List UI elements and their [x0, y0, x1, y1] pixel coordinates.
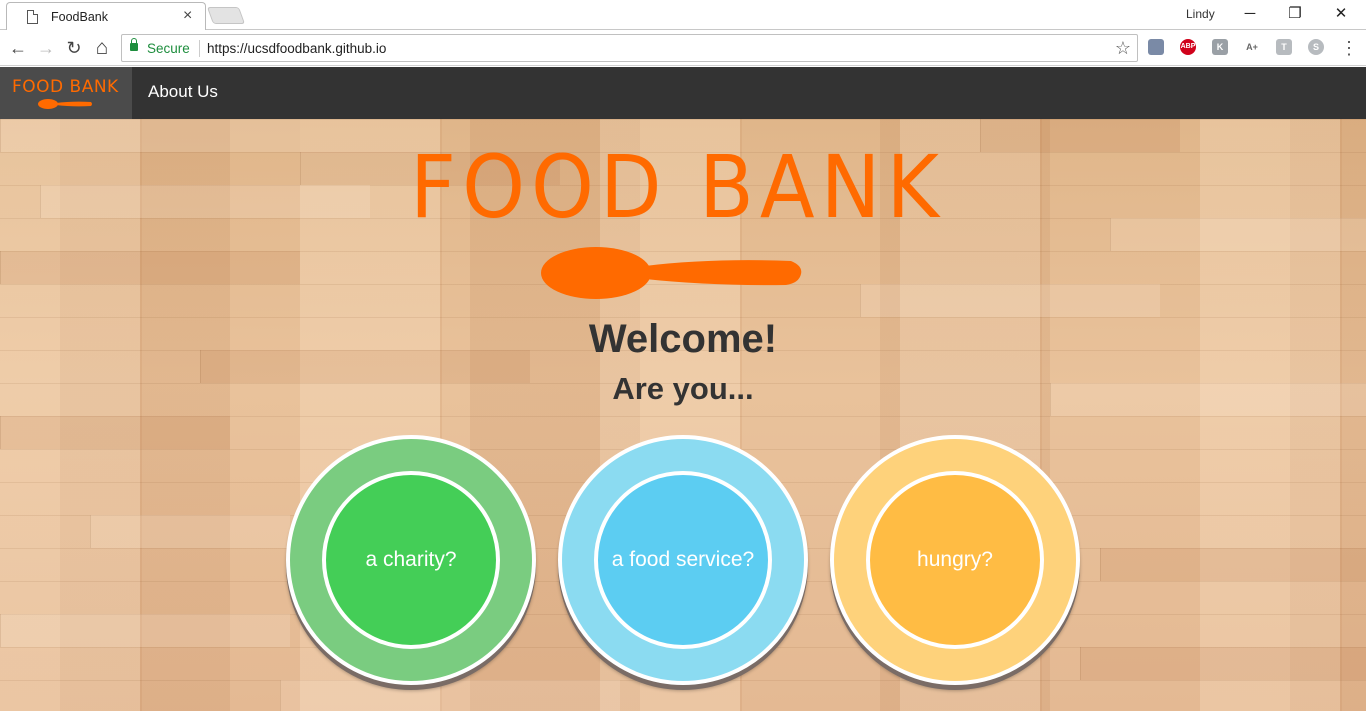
skype-icon[interactable]: S [1308, 39, 1324, 55]
hero-section: FOOD BANK Welcome! Are you... a charity?… [0, 119, 1366, 711]
adblock-icon[interactable]: ABP [1180, 39, 1196, 55]
close-window-button[interactable]: ✕ [1318, 0, 1364, 28]
spoon-logo-icon [541, 247, 802, 299]
page-icon [27, 10, 38, 24]
plate-inner[interactable]: a food service? [594, 471, 772, 649]
plate-inner[interactable]: a charity? [322, 471, 500, 649]
extension-icon[interactable] [1148, 39, 1164, 55]
browser-tab[interactable]: FoodBank × [6, 2, 206, 30]
wood-plank [280, 680, 620, 711]
forward-button[interactable]: → [34, 36, 58, 60]
home-button[interactable]: ⌂ [90, 36, 114, 60]
food-service-option-label[interactable]: a food service? [612, 548, 754, 572]
wood-plank [0, 614, 290, 647]
address-bar[interactable]: Secure https://ucsdfoodbank.github.io ☆ [121, 34, 1138, 62]
browser-tab-strip: FoodBank × Lindy ─ ❐ ✕ [0, 0, 1366, 30]
tab-title: FoodBank [51, 10, 108, 24]
wood-plank [980, 119, 1180, 152]
extension-t-icon[interactable]: T [1276, 39, 1292, 55]
reload-button[interactable]: ↻ [62, 36, 86, 60]
charity-option-label[interactable]: a charity? [365, 548, 456, 572]
secure-label: Secure [147, 41, 190, 56]
site-navbar: FOOD BANK About Us [0, 67, 1366, 119]
navbar-logo-text: FOOD BANK [12, 77, 119, 97]
wood-plank [40, 185, 370, 218]
minimize-button[interactable]: ─ [1227, 0, 1273, 28]
url-text[interactable]: https://ucsdfoodbank.github.io [207, 41, 386, 56]
wood-plank [1100, 548, 1366, 581]
wood-plank [1110, 218, 1366, 251]
welcome-heading: Welcome! [588, 317, 778, 361]
wood-plank [90, 515, 290, 548]
wood-plank [0, 119, 300, 152]
extension-k-icon[interactable]: K [1212, 39, 1228, 55]
wood-plank [1080, 647, 1366, 680]
font-size-icon[interactable]: A+ [1244, 39, 1260, 55]
omnibox-divider [199, 40, 200, 57]
navbar-logo[interactable]: FOOD BANK [0, 67, 132, 119]
wood-plank [0, 251, 300, 284]
tab-close-icon[interactable]: × [183, 7, 192, 25]
hungry-option-label[interactable]: hungry? [917, 548, 993, 572]
restore-button[interactable]: ❐ [1272, 0, 1318, 28]
profile-name[interactable]: Lindy [1186, 7, 1215, 21]
hungry-option-plate[interactable]: hungry? [830, 435, 1080, 685]
question-heading: Are you... [612, 371, 754, 406]
charity-option-plate[interactable]: a charity? [286, 435, 536, 685]
lock-icon [130, 38, 138, 51]
brand-title: FOOD BANK [410, 137, 945, 238]
browser-toolbar: ← → ↻ ⌂ Secure https://ucsdfoodbank.gith… [0, 30, 1366, 66]
about-us-link[interactable]: About Us [148, 82, 218, 102]
browser-menu-icon[interactable]: ⋮ [1340, 36, 1358, 60]
back-button[interactable]: ← [6, 36, 30, 60]
wood-plank [0, 416, 230, 449]
new-tab-button[interactable] [206, 7, 246, 24]
navbar-spoon-icon [38, 99, 92, 109]
plate-inner[interactable]: hungry? [866, 471, 1044, 649]
wood-plank [860, 284, 1160, 317]
food-service-option-plate[interactable]: a food service? [558, 435, 808, 685]
bookmark-star-icon[interactable]: ☆ [1115, 38, 1131, 59]
